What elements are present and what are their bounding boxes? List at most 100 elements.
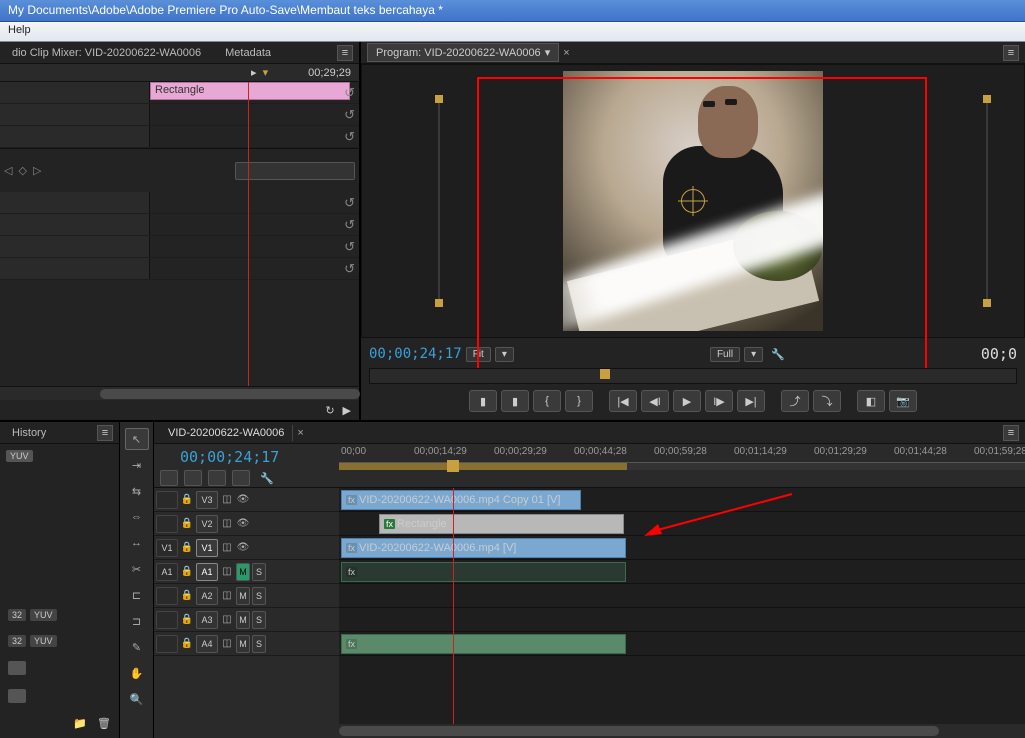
effects-rectangle-clip[interactable]: Rectangle — [150, 82, 350, 100]
next-keyframe-icon[interactable]: ▷ — [33, 164, 41, 177]
yuv-badge[interactable]: YUV — [30, 609, 57, 621]
track-label[interactable]: A2 — [196, 587, 218, 605]
bit-depth-badge[interactable]: 32 — [8, 635, 26, 647]
tab-clip-mixer[interactable]: dio Clip Mixer: VID-20200622-WA0006 — [6, 45, 207, 61]
toggle-output-icon[interactable]: ◫ — [220, 637, 234, 651]
eye-icon[interactable]: 👁 — [236, 493, 250, 507]
source-track-a1[interactable]: A1 — [156, 563, 178, 581]
track-label[interactable]: V3 — [196, 491, 218, 509]
snap-button[interactable] — [160, 470, 178, 486]
panel-menu-icon[interactable]: ≡ — [1003, 45, 1019, 61]
effect-preset-dropdown[interactable] — [235, 162, 355, 180]
selection-tool-icon[interactable]: ↖ — [125, 428, 149, 450]
toggle-output-icon[interactable]: ◫ — [220, 613, 234, 627]
mute-button[interactable]: M — [236, 611, 250, 629]
eye-icon[interactable]: 👁 — [236, 541, 250, 555]
export-frame-button[interactable]: ◧ — [857, 390, 885, 412]
lock-icon[interactable]: 🔒 — [180, 517, 194, 531]
audio-clip[interactable]: fx — [341, 562, 626, 582]
track-label[interactable]: V2 — [196, 515, 218, 533]
lock-icon[interactable]: 🔒 — [180, 565, 194, 579]
zoom-tool-icon[interactable]: 🔍 — [125, 688, 149, 710]
settings-wrench-icon[interactable]: 🔧 — [260, 472, 274, 485]
timeline-timecode[interactable]: 00;00;24;17 — [180, 448, 333, 466]
track-header-a3[interactable]: 🔒A3◫MS — [154, 608, 339, 632]
add-marker-button[interactable]: ▮ — [469, 390, 497, 412]
track-lane-a2[interactable] — [339, 584, 1025, 608]
lock-icon[interactable]: 🔒 — [180, 613, 194, 627]
tab-close-icon[interactable]: × — [297, 427, 303, 439]
track-header-v2[interactable]: 🔒V2◫👁 — [154, 512, 339, 536]
toggle-output-icon[interactable]: ◫ — [220, 541, 234, 555]
track-header-a1[interactable]: A1🔒A1◫MS — [154, 560, 339, 584]
timeline-ruler[interactable]: 00;00 00;00;14;29 00;00;29;29 00;00;44;2… — [339, 444, 1025, 487]
keyframe-nav-icon[interactable]: ↺ — [344, 217, 355, 233]
solo-button[interactable]: S — [252, 611, 266, 629]
tab-metadata[interactable]: Metadata — [219, 45, 277, 61]
trash-icon[interactable]: ▶ — [343, 404, 351, 417]
scrubber-indicator[interactable] — [600, 369, 610, 379]
film-icon[interactable] — [8, 661, 26, 675]
toggle-output-icon[interactable]: ◫ — [220, 589, 234, 603]
sequence-tab[interactable]: VID-20200622-WA0006 — [160, 425, 293, 441]
marker-button[interactable] — [208, 470, 226, 486]
lock-icon[interactable]: 🔒 — [180, 589, 194, 603]
source-track-v1[interactable]: V1 — [156, 539, 178, 557]
track-header-v3[interactable]: 🔒V3◫👁 — [154, 488, 339, 512]
menu-help[interactable]: Help — [8, 24, 31, 36]
mark-clip-button[interactable]: ▮ — [501, 390, 529, 412]
track-lane-a3[interactable] — [339, 608, 1025, 632]
scrollbar-thumb[interactable] — [339, 726, 939, 736]
goto-out-button[interactable]: ▶| — [737, 390, 765, 412]
track-lane-a4[interactable]: fx — [339, 632, 1025, 656]
effects-ruler[interactable]: ▸ ▾ 00;29;29 — [0, 64, 359, 82]
panel-menu-icon[interactable]: ≡ — [97, 425, 113, 441]
panel-menu-icon[interactable]: ≡ — [337, 45, 353, 61]
slide-tool-icon[interactable]: ⊐ — [125, 610, 149, 632]
rectangle-clip[interactable]: fxRectangle — [379, 514, 624, 534]
scrollbar-thumb[interactable] — [100, 389, 360, 399]
effects-prop-row[interactable] — [0, 82, 150, 103]
settings-button[interactable] — [232, 470, 250, 486]
slip-tool-icon[interactable]: ⊏ — [125, 584, 149, 606]
rolling-edit-tool-icon[interactable]: ⇔ — [125, 506, 149, 528]
new-bin-icon[interactable]: 📁 — [73, 717, 87, 730]
toggle-output-icon[interactable]: ◫ — [220, 565, 234, 579]
lift-button[interactable]: ⤴ — [781, 390, 809, 412]
timeline-hscroll[interactable] — [154, 724, 1025, 738]
track-lane-v1[interactable]: fxVID-20200622-WA0006.mp4 [V] — [339, 536, 1025, 560]
keyframe-nav-icon[interactable]: ↺ — [344, 261, 355, 277]
lock-icon[interactable]: 🔒 — [180, 541, 194, 555]
lock-icon[interactable]: 🔒 — [180, 637, 194, 651]
prev-keyframe-icon[interactable]: ◁ — [4, 164, 12, 177]
dropdown-arrow-icon[interactable]: ▾ — [545, 46, 551, 59]
pen-tool-icon[interactable]: ✎ — [125, 636, 149, 658]
track-lane-v2[interactable]: fxRectangle — [339, 512, 1025, 536]
link-button[interactable] — [184, 470, 202, 486]
toggle-output-icon[interactable]: ◫ — [220, 517, 234, 531]
menubar[interactable]: Help — [0, 22, 1025, 42]
solo-button[interactable]: S — [252, 563, 266, 581]
mute-button[interactable]: M — [236, 635, 250, 653]
audio-clip[interactable]: fx — [341, 634, 626, 654]
timeline-playhead[interactable] — [453, 488, 454, 724]
track-lane-a1[interactable]: fx — [339, 560, 1025, 584]
track-select-tool-icon[interactable]: ⇥ — [125, 454, 149, 476]
razor-tool-icon[interactable]: ✂ — [125, 558, 149, 580]
toggle-output-icon[interactable]: ◫ — [220, 493, 234, 507]
effects-playhead[interactable] — [248, 82, 249, 386]
trash-icon[interactable]: 🗑 — [97, 717, 111, 730]
mark-out-button[interactable]: } — [565, 390, 593, 412]
solo-button[interactable]: S — [252, 587, 266, 605]
track-header-v1[interactable]: V1🔒V1◫👁 — [154, 536, 339, 560]
panel-menu-icon[interactable]: ≡ — [1003, 425, 1019, 441]
program-monitor[interactable] — [361, 64, 1025, 338]
playhead-indicator[interactable] — [447, 460, 459, 472]
yuv-badge[interactable]: YUV — [30, 635, 57, 647]
hand-tool-icon[interactable]: ✋ — [125, 662, 149, 684]
step-back-button[interactable]: ◀I — [641, 390, 669, 412]
track-label[interactable]: A4 — [196, 635, 218, 653]
track-label[interactable]: A1 — [196, 563, 218, 581]
program-current-timecode[interactable]: 00;00;24;17 — [369, 346, 462, 362]
track-lane-v3[interactable]: fxVID-20200622-WA0006.mp4 Copy 01 [V] — [339, 488, 1025, 512]
